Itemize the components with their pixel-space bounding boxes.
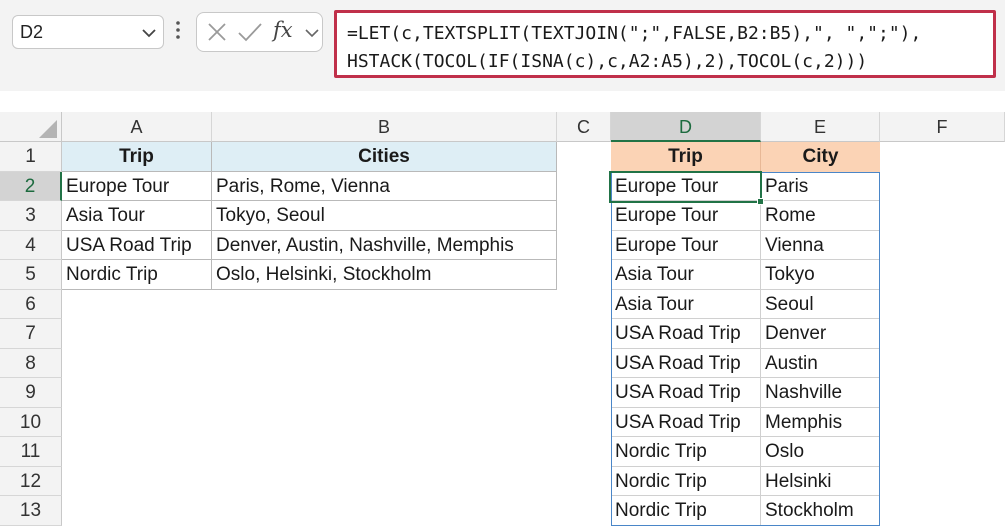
column-header-B[interactable]: B (212, 112, 557, 142)
row-header-9[interactable]: 9 (0, 378, 62, 408)
result-cell[interactable]: Stockholm (761, 496, 880, 526)
result-cell[interactable]: Asia Tour (611, 260, 761, 290)
row-header-8[interactable]: 8 (0, 348, 62, 378)
result-cell[interactable]: USA Road Trip (611, 378, 761, 408)
row-header-7[interactable]: 7 (0, 319, 62, 349)
column-header-E[interactable]: E (761, 112, 880, 142)
formula-line-1: =LET(c,TEXTSPLIT(TEXTJOIN(";",FALSE,B2:B… (347, 23, 922, 44)
chevron-down-icon[interactable] (303, 13, 321, 53)
result-cell[interactable]: Europe Tour (611, 201, 761, 231)
column-header-C[interactable]: C (557, 112, 611, 142)
result-cell[interactable]: Nordic Trip (611, 437, 761, 467)
result-cell[interactable]: Europe Tour (611, 230, 761, 260)
enter-check-icon[interactable] (235, 13, 265, 53)
row-header-4[interactable]: 4 (0, 230, 62, 260)
result-cell[interactable]: Asia Tour (611, 289, 761, 319)
result-cell[interactable]: USA Road Trip (611, 348, 761, 378)
source-cell[interactable]: Europe Tour (62, 171, 212, 201)
result-header-trip[interactable]: Trip (611, 142, 761, 172)
row-header-2[interactable]: 2 (0, 171, 62, 201)
result-cell[interactable]: Oslo (761, 437, 880, 467)
row-header-5[interactable]: 5 (0, 260, 62, 290)
result-cell[interactable]: Nashville (761, 378, 880, 408)
result-cell[interactable]: Nordic Trip (611, 466, 761, 496)
result-cell[interactable]: Memphis (761, 407, 880, 437)
more-options-icon[interactable] (174, 18, 182, 44)
row-header-10[interactable]: 10 (0, 407, 62, 437)
formula-input[interactable]: =LET(c,TEXTSPLIT(TEXTJOIN(";",FALSE,B2:B… (334, 10, 996, 78)
select-all-corner[interactable] (0, 112, 62, 142)
source-header-trip[interactable]: Trip (62, 142, 212, 172)
name-box-value: D2 (20, 22, 44, 42)
column-header-A[interactable]: A (62, 112, 212, 142)
chevron-down-icon[interactable] (141, 26, 157, 40)
result-cell[interactable]: Europe Tour (611, 171, 761, 201)
formula-controls: fx (196, 12, 323, 52)
row-header-11[interactable]: 11 (0, 437, 62, 467)
result-cell[interactable]: Rome (761, 201, 880, 231)
result-cell[interactable]: USA Road Trip (611, 319, 761, 349)
result-cell[interactable]: Nordic Trip (611, 496, 761, 526)
column-header-F[interactable]: F (880, 112, 1005, 142)
source-cell[interactable]: Tokyo, Seoul (212, 201, 557, 231)
result-cell[interactable]: Vienna (761, 230, 880, 260)
row-header-13[interactable]: 13 (0, 496, 62, 526)
row-header-1[interactable]: 1 (0, 142, 62, 172)
result-cell[interactable]: Denver (761, 319, 880, 349)
source-cell[interactable]: USA Road Trip (62, 230, 212, 260)
result-cell[interactable]: Tokyo (761, 260, 880, 290)
source-cell[interactable]: Nordic Trip (62, 260, 212, 290)
row-header-12[interactable]: 12 (0, 466, 62, 496)
source-cell[interactable]: Asia Tour (62, 201, 212, 231)
name-box[interactable]: D2 (12, 15, 164, 49)
result-header-city[interactable]: City (761, 142, 880, 172)
row-header-6[interactable]: 6 (0, 289, 62, 319)
result-cell[interactable]: Seoul (761, 289, 880, 319)
column-header-D[interactable]: D (611, 112, 761, 142)
result-cell[interactable]: USA Road Trip (611, 407, 761, 437)
row-header-3[interactable]: 3 (0, 201, 62, 231)
source-header-cities[interactable]: Cities (212, 142, 557, 172)
source-cell[interactable]: Denver, Austin, Nashville, Memphis (212, 230, 557, 260)
cancel-icon[interactable] (203, 13, 231, 53)
select-all-triangle-icon (39, 120, 57, 138)
result-cell[interactable]: Paris (761, 171, 880, 201)
result-cell[interactable]: Austin (761, 348, 880, 378)
spreadsheet-grid: A B C D E F 1 2 3 4 5 6 7 8 9 10 11 12 13 Trip Cities Europe … (0, 112, 1005, 528)
insert-function-icon[interactable]: fx (273, 18, 293, 42)
source-cell[interactable]: Paris, Rome, Vienna (212, 171, 557, 201)
result-cell[interactable]: Helsinki (761, 466, 880, 496)
formula-line-2: HSTACK(TOCOL(IF(ISNA(c),c,A2:A5),2),TOCO… (347, 51, 868, 72)
source-cell[interactable]: Oslo, Helsinki, Stockholm (212, 260, 557, 290)
formula-bar-area: D2 fx =LET(c,TEXTSPLIT(TEXTJOIN(";",FALS… (0, 0, 1005, 91)
